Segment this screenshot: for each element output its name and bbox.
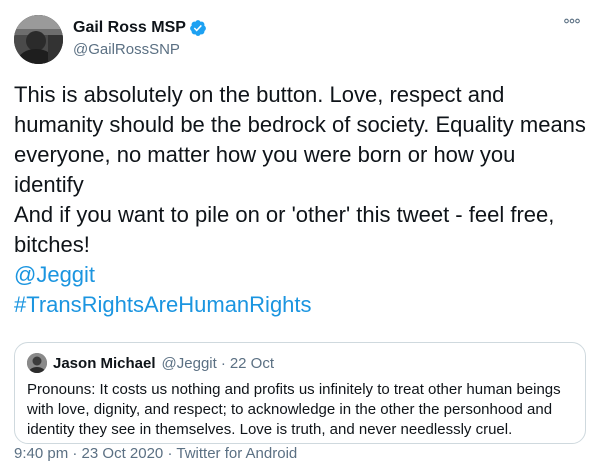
author-avatar[interactable] xyxy=(14,14,63,64)
quoted-tweet[interactable]: Jason Michael @Jeggit · 22 Oct Pronouns:… xyxy=(14,342,586,444)
author-names: Gail Ross MSP @GailRossSNP xyxy=(73,18,207,60)
quoted-author-avatar xyxy=(27,353,47,373)
meta-separator-2: · xyxy=(167,445,173,462)
name-row: Gail Ross MSP xyxy=(73,18,207,38)
tweet-paragraph-1: This is absolutely on the button. Love, … xyxy=(14,82,586,197)
more-options-icon[interactable] xyxy=(562,12,582,30)
author-handle[interactable]: @GailRossSNP xyxy=(73,40,207,60)
quoted-tweet-header: Jason Michael @Jeggit · 22 Oct xyxy=(27,352,573,374)
quoted-date: 22 Oct xyxy=(229,354,274,372)
meta-separator-1: · xyxy=(72,445,78,462)
hashtag-link[interactable]: #TransRightsAreHumanRights xyxy=(14,292,312,317)
tweet: Gail Ross MSP @GailRossSNP This is absol… xyxy=(0,0,600,476)
quoted-separator: · xyxy=(220,354,226,372)
tweet-date[interactable]: 23 Oct 2020 xyxy=(82,445,164,462)
quoted-author-name: Jason Michael xyxy=(53,354,156,372)
verified-badge-icon xyxy=(189,19,207,37)
tweet-time[interactable]: 9:40 pm xyxy=(14,445,68,462)
tweet-metadata: 9:40 pm · 23 Oct 2020 · Twitter for Andr… xyxy=(14,444,297,464)
author-display-name[interactable]: Gail Ross MSP xyxy=(73,18,186,38)
quoted-tweet-text: Pronouns: It costs us nothing and profit… xyxy=(27,381,561,438)
mention-link[interactable]: @Jeggit xyxy=(14,262,95,287)
tweet-header: Gail Ross MSP @GailRossSNP xyxy=(14,8,586,70)
tweet-paragraph-2: And if you want to pile on or 'other' th… xyxy=(14,202,555,257)
tweet-text: This is absolutely on the button. Love, … xyxy=(14,80,589,320)
quoted-author-handle: @Jeggit xyxy=(161,354,217,372)
tweet-source[interactable]: Twitter for Android xyxy=(176,445,297,462)
